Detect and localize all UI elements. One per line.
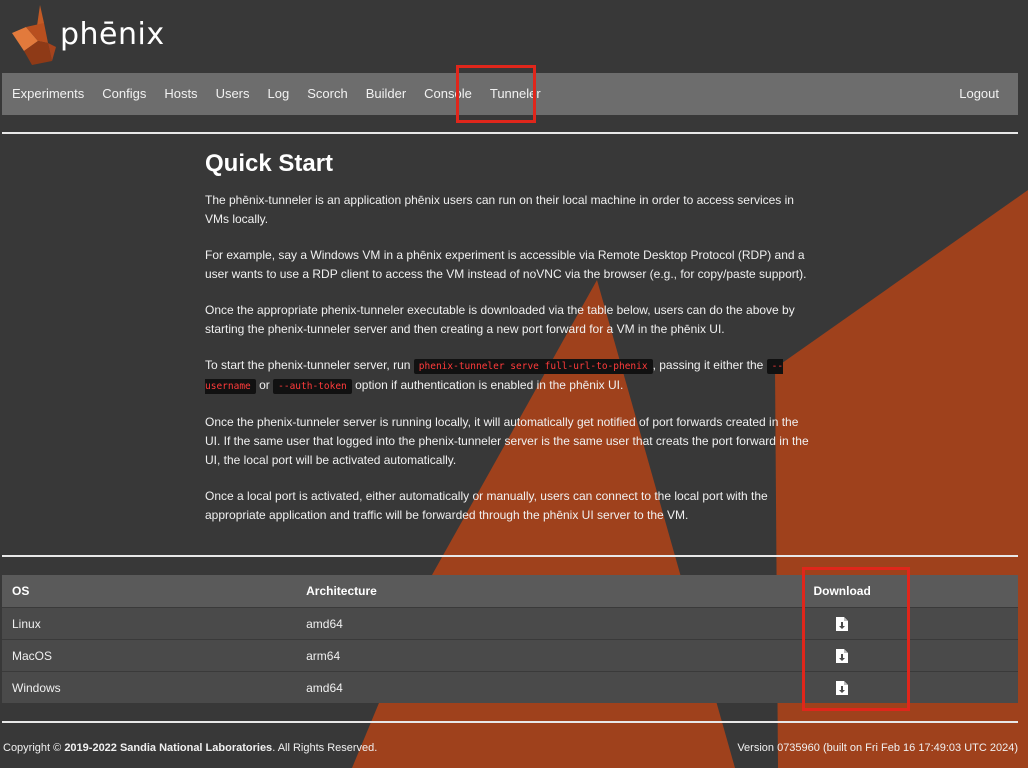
start-server-text-c: or xyxy=(259,378,270,392)
start-server-text-a: To start the phenix-tunneler server, run xyxy=(205,358,411,372)
logout-link[interactable]: Logout xyxy=(950,73,1018,115)
file-download-icon[interactable] xyxy=(836,648,849,663)
version-info: Version 0735960 (built on Fri Feb 16 17:… xyxy=(737,742,1018,754)
nav-tunneler[interactable]: Tunneler xyxy=(481,73,550,115)
nav-builder[interactable]: Builder xyxy=(357,73,415,115)
download-paragraph: Once the appropriate phenix-tunneler exe… xyxy=(205,303,795,336)
quickstart-section: Quick Start The phēnix-tunneler is an ap… xyxy=(205,150,817,542)
table-header-row: OS Architecture Download xyxy=(2,575,1018,608)
nav-experiments[interactable]: Experiments xyxy=(2,73,93,115)
download-cell xyxy=(790,671,894,703)
local-port-paragraph: Once a local port is activated, either a… xyxy=(205,489,768,522)
cell-os: Windows xyxy=(2,671,297,703)
divider-middle xyxy=(2,555,1018,557)
header-download: Download xyxy=(790,575,894,608)
brand-logo[interactable]: phēnix xyxy=(10,2,165,66)
copyright-notice: Copyright © 2019-2022 Sandia National La… xyxy=(3,742,377,754)
header-empty xyxy=(893,575,1018,608)
intro-paragraph: The phēnix-tunneler is an application ph… xyxy=(205,193,794,226)
download-cell xyxy=(790,607,894,640)
cell-arch: arm64 xyxy=(296,639,791,672)
table-row: MacOS arm64 xyxy=(2,639,1018,672)
copyright-suffix: . All Rights Reserved. xyxy=(272,742,378,754)
nav-hosts[interactable]: Hosts xyxy=(155,73,206,115)
copyright-holder: 2019-2022 Sandia National Laboratories xyxy=(64,742,273,754)
download-cell xyxy=(790,639,894,672)
header-os[interactable]: OS xyxy=(2,575,297,608)
main-navbar: Experiments Configs Hosts Users Log Scor… xyxy=(2,73,1018,115)
nav-configs[interactable]: Configs xyxy=(93,73,155,115)
example-paragraph: For example, say a Windows VM in a phēni… xyxy=(205,248,807,281)
table-row: Linux amd64 xyxy=(2,607,1018,640)
cell-empty xyxy=(893,607,1018,640)
start-server-text-d: option if authentication is enabled in t… xyxy=(355,378,624,392)
port-forward-paragraph: Once the phenix-tunneler server is runni… xyxy=(205,415,809,467)
divider-top xyxy=(2,132,1018,134)
cell-arch: amd64 xyxy=(296,671,791,703)
cell-os: Linux xyxy=(2,607,297,640)
nav-users[interactable]: Users xyxy=(207,73,259,115)
copyright-prefix: Copyright © xyxy=(3,742,62,754)
nav-scorch[interactable]: Scorch xyxy=(298,73,356,115)
header-architecture[interactable]: Architecture xyxy=(296,575,791,608)
cell-arch: amd64 xyxy=(296,607,791,640)
cell-empty xyxy=(893,639,1018,672)
page-title: Quick Start xyxy=(205,150,334,177)
nav-log[interactable]: Log xyxy=(259,73,299,115)
auth-token-option: --auth-token xyxy=(273,379,352,394)
nav-console[interactable]: Console xyxy=(415,73,481,115)
start-server-paragraph: To start the phenix-tunneler server, run… xyxy=(205,356,817,396)
brand-name: phēnix xyxy=(60,16,165,52)
cell-os: MacOS xyxy=(2,639,297,672)
divider-bottom xyxy=(2,721,1018,723)
file-download-icon[interactable] xyxy=(836,616,849,631)
cell-empty xyxy=(893,671,1018,703)
file-download-icon[interactable] xyxy=(836,680,849,695)
phenix-bird-icon xyxy=(12,5,56,65)
table-row: Windows amd64 xyxy=(2,671,1018,703)
start-server-text-b: , passing it either the xyxy=(652,358,764,372)
download-table: OS Architecture Download Linux amd64 Mac… xyxy=(2,575,1018,703)
serve-command: phenix-tunneler serve full-url-to-phenix xyxy=(413,359,653,374)
